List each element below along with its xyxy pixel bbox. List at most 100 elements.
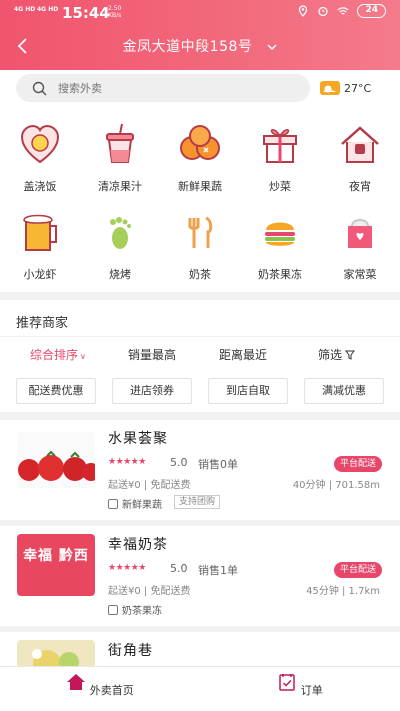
group-buy-tag: 支持团购 [174, 495, 221, 509]
store-icon [108, 604, 118, 615]
shop-category-tag: 奶茶果冻 [108, 602, 162, 617]
weather-temp: 27°C [344, 81, 372, 95]
chip-store-coupon[interactable]: 进店领券 [112, 378, 192, 404]
rating-value: 5.0 [170, 562, 188, 575]
sort-distance[interactable]: 距离最近 [219, 346, 267, 363]
sales-count: 销售0单 [198, 458, 238, 471]
category-bbq[interactable]: 烧烤 [80, 206, 160, 286]
delivery-badge: 平台配送 [333, 562, 382, 578]
shop-category-tag: 新鲜果蔬 [108, 496, 162, 511]
category-homestyle[interactable]: 家常菜 [320, 206, 400, 286]
juice-icon [106, 123, 134, 163]
network-speed: 2.50 KB/s [108, 5, 121, 19]
category-milktea-jelly[interactable]: 奶茶果冻 [240, 206, 320, 286]
shop-card[interactable]: 水果荟聚 ★★★★★ 5.0 销售0单 平台配送 起送¥0 | 免配送费 40分… [0, 420, 400, 520]
tab-orders[interactable]: 订单 [260, 673, 340, 698]
shop-category-label: 奶茶果冻 [122, 606, 162, 617]
signal-indicator-2: 4G HD [37, 6, 59, 13]
category-juice[interactable]: 清凉果汁 [80, 118, 160, 198]
footprint-icon [110, 217, 131, 249]
category-label: 夜宵 [349, 180, 371, 193]
category-label: 炒菜 [269, 180, 291, 193]
status-icons: 24 [297, 4, 386, 18]
category-label: 小龙虾 [23, 268, 57, 281]
chevron-down-icon [267, 44, 277, 51]
weather-sun-icon [320, 81, 340, 95]
app-root: 4G HD 4G HD 15:44 2.50 KB/s 24 金凤大道中段158… [0, 0, 400, 711]
network-speed-unit: KB/s [108, 12, 122, 19]
sort-sales[interactable]: 销量最高 [128, 346, 176, 363]
tab-label: 订单 [300, 684, 323, 697]
category-crayfish[interactable]: 小龙虾 [0, 206, 80, 286]
orange-icon [180, 125, 220, 160]
filter-label: 筛选 [318, 348, 343, 362]
sales-count: 销售1单 [198, 564, 238, 577]
search-icon [32, 81, 47, 96]
shop-category-label: 新鲜果蔬 [122, 500, 162, 511]
rice-bowl-icon [20, 124, 60, 164]
search-input[interactable] [58, 79, 288, 97]
shop-thumbnail-text: 幸福 黔西 [23, 548, 89, 564]
search-bar[interactable] [16, 74, 310, 102]
bottom-tab-bar: 外卖首页 订单 [0, 666, 400, 711]
divider-line [0, 336, 400, 337]
order-icon [279, 674, 295, 691]
location-pin-icon [299, 5, 308, 17]
delivery-time-distance: 40分钟 | 701.58m [292, 480, 380, 491]
chip-full-reduction[interactable]: 满减优惠 [304, 378, 384, 404]
signal-indicator: 4G HD [14, 6, 36, 13]
chip-self-pickup[interactable]: 到店自取 [208, 378, 288, 404]
section-divider [0, 412, 400, 420]
sort-comprehensive[interactable]: 综合排序 ∨ [30, 346, 86, 363]
category-label: 清凉果汁 [98, 180, 142, 193]
shop-name: 水果荟聚 [108, 431, 168, 447]
category-stirfry[interactable]: 炒菜 [240, 118, 320, 198]
shop-card[interactable]: 幸福 黔西 幸福奶茶 ★★★★★ 5.0 销售1单 平台配送 起送¥0 | 免配… [0, 526, 400, 626]
house-icon [341, 126, 379, 163]
rating-stars: ★★★★★ [108, 457, 146, 467]
category-label: 家常菜 [343, 268, 377, 281]
category-label: 新鲜果蔬 [178, 180, 222, 193]
alarm-icon [318, 6, 329, 17]
status-bar: 4G HD 4G HD 15:44 2.50 KB/s 24 [0, 0, 400, 26]
rating-value: 5.0 [170, 456, 188, 469]
header: 4G HD 4G HD 15:44 2.50 KB/s 24 金凤大道中段158… [0, 0, 400, 70]
delivery-fee: 起送¥0 | 免配送费 [108, 480, 191, 491]
network-speed-value: 2.50 [108, 5, 122, 12]
category-latenight[interactable]: 夜宵 [320, 118, 400, 198]
tab-home[interactable]: 外卖首页 [60, 673, 140, 698]
tab-label: 外卖首页 [89, 684, 134, 697]
shop-thumbnail: 幸福 黔西 [17, 534, 95, 596]
shop-thumbnail [17, 432, 95, 488]
chip-delivery-discount[interactable]: 配送费优惠 [16, 378, 96, 404]
delivery-badge: 平台配送 [333, 456, 382, 472]
category-grid: 盖浇饭 清凉果汁 新鲜果蔬 炒菜 夜宵 小龙虾 烧烤 奶茶 奶茶果冻 家常菜 [0, 118, 400, 290]
clock: 15:44 [62, 4, 110, 22]
category-label: 奶茶 [189, 268, 211, 281]
gift-box-icon [263, 129, 297, 163]
delivery-fee: 起送¥0 | 免配送费 [108, 586, 191, 597]
category-label: 奶茶果冻 [258, 268, 302, 281]
chevron-down-icon: ∨ [80, 352, 86, 361]
category-label: 盖浇饭 [23, 180, 57, 193]
store-icon [108, 498, 118, 509]
category-fruit[interactable]: 新鲜果蔬 [160, 118, 240, 198]
filter-button[interactable]: 筛选 [318, 346, 356, 363]
delivery-time-distance: 45分钟 | 1.7km [306, 586, 380, 597]
wifi-icon [338, 7, 349, 15]
nav-bar: 金凤大道中段158号 [0, 30, 400, 64]
shop-name: 幸福奶茶 [108, 537, 168, 553]
search-row: 27°C [0, 70, 400, 106]
beer-icon [23, 214, 57, 251]
category-label: 烧烤 [109, 268, 131, 281]
weather-widget: 27°C [320, 79, 371, 97]
filter-icon [345, 350, 356, 360]
location-selector[interactable]: 金凤大道中段158号 [0, 36, 400, 56]
home-icon [67, 674, 86, 690]
category-milktea[interactable]: 奶茶 [160, 206, 240, 286]
gift-bag-icon [348, 219, 372, 248]
section-divider [0, 292, 400, 300]
category-rice[interactable]: 盖浇饭 [0, 118, 80, 198]
burger-icon [265, 222, 295, 246]
battery-indicator: 24 [357, 4, 386, 18]
